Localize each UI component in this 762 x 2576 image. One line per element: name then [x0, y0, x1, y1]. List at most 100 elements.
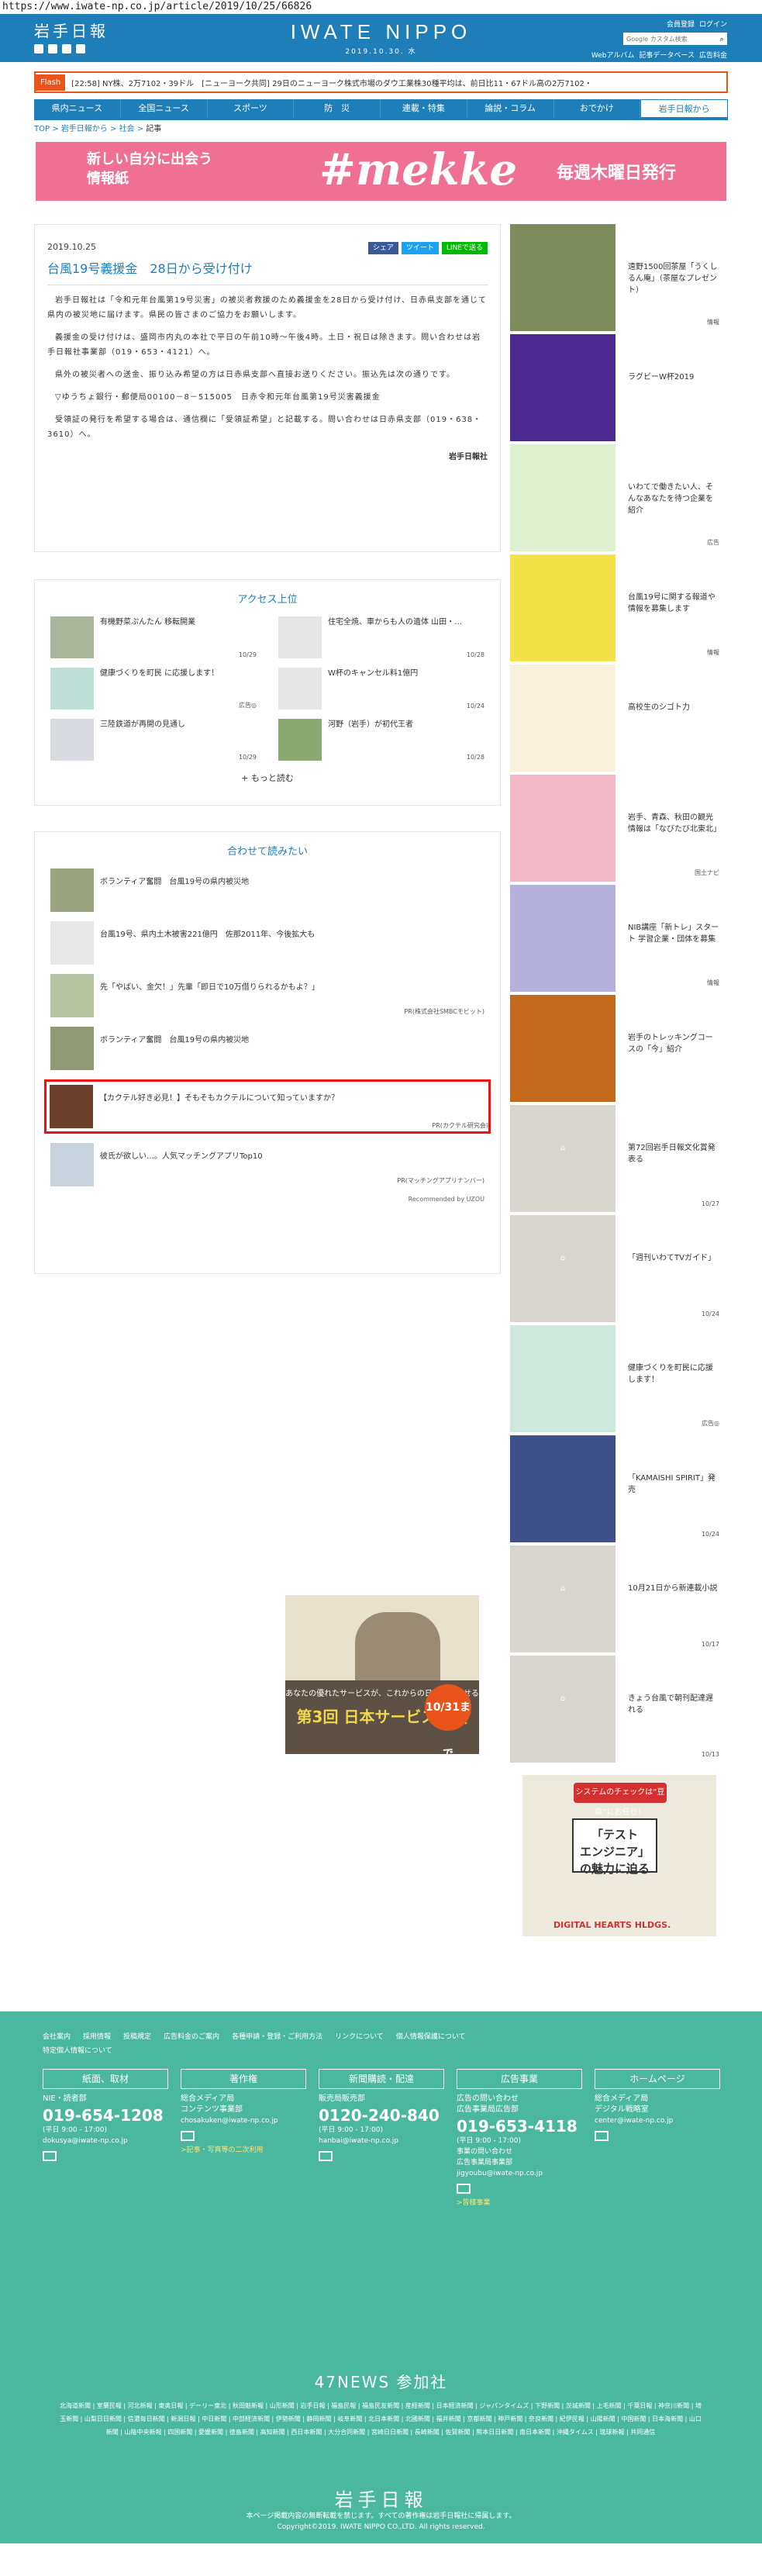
sidebar-item[interactable]: ラグビーW杯2019 — [510, 334, 727, 441]
flash-text[interactable]: [22:58] NY株、2万7102・39ドル [ニューヨーク共同] 29日のニ… — [65, 77, 726, 88]
sidebar-item-title[interactable]: 遠野1500回茶屋「うくしるん庵」（茶屋なプレゼント） — [628, 261, 719, 296]
footer-logo[interactable]: 岩手日報 — [0, 2484, 762, 2512]
sidebar-item[interactable]: 高校生のシゴト力 — [510, 665, 727, 772]
tweet-button[interactable]: ツイート — [401, 242, 439, 254]
sidebar-item[interactable]: ⌂ 10月21日から新連載小説 10/17 — [510, 1545, 727, 1652]
footer-link[interactable]: 各種申請・登録・ご利用方法 — [232, 2033, 322, 2041]
related-item-title[interactable]: 彼氏が欲しい…。人気マッチングアプリTop10 — [94, 1143, 263, 1186]
footer-link[interactable]: 会社案内 — [43, 2033, 71, 2041]
sidebar-item-title[interactable]: 第72回岩手日報文化賞発表る — [628, 1142, 719, 1165]
access-item[interactable]: 有機野菜ぷんたん 移転開業 10/29 — [50, 616, 257, 658]
mekke-banner[interactable]: 新しい自分に出会う 情報紙 #mekke 毎週木曜日発行 — [36, 142, 726, 201]
flash-news[interactable]: Flash [22:58] NY株、2万7102・39ドル [ニューヨーク共同]… — [34, 71, 728, 93]
nav-item[interactable]: 県内ニュース — [34, 99, 121, 118]
mail-icon[interactable] — [319, 2151, 333, 2161]
access-item-title[interactable]: 住宅全焼、車からも人の遺体 山田・… — [322, 616, 462, 658]
access-item-title[interactable]: 有機野菜ぷんたん 移転開業 — [94, 616, 195, 658]
contact-phone[interactable]: 019-653-4118 — [457, 2117, 582, 2136]
crumb-link[interactable]: 岩手日報から — [61, 125, 108, 133]
related-item[interactable]: ボランティア奮闘 台風19号の県内被災地 — [50, 868, 484, 912]
nav-item-active[interactable]: 岩手日報から — [640, 99, 728, 118]
sidebar-item-title[interactable]: いわてで働きたい人、そんなあなたを待つ企業を紹介 — [628, 482, 719, 516]
footer-link[interactable]: リンクについて — [335, 2033, 384, 2041]
contact-phone[interactable]: 0120-240-840 — [319, 2106, 444, 2125]
related-item[interactable]: 先「やばい、金欠！」先輩「即日で10万借りられるかもよ？」 PR(株式会社SMBC… — [50, 974, 484, 1017]
test-engineer-ad[interactable]: システムのチェックは“豆腐”にお任せ！ 「テスト エンジニア」 の魅力に迫る D… — [522, 1775, 716, 1936]
footer-link[interactable]: 個人情報保護について — [396, 2033, 466, 2041]
search-button[interactable]: ⌕ — [716, 33, 727, 45]
nav-item[interactable]: 論説・コラム — [467, 99, 554, 118]
sub-link[interactable]: Webアルバム — [591, 50, 635, 60]
related-item[interactable]: 台風19号、県内土木被害221億円 佐那2011年、今後拡大も — [50, 921, 484, 965]
footer-link[interactable]: 投稿規定 — [123, 2033, 151, 2041]
mail-icon[interactable] — [457, 2184, 471, 2194]
sidebar-item[interactable]: 岩手、青森、秋田の観光情報は「なびたび北東北」 国土ナビ — [510, 775, 727, 882]
search-input[interactable] — [623, 33, 716, 45]
mail-icon[interactable] — [43, 2151, 57, 2161]
sidebar-item-title[interactable]: 「週刊いわてTVガイド」 — [628, 1252, 719, 1264]
sidebar-item-title[interactable]: ラグビーW杯2019 — [628, 371, 719, 383]
related-item-highlighted[interactable]: 【カクテル好き必見！】そもそもカクテルについて知っていますか？ PR(カクテル研究… — [44, 1079, 491, 1134]
sidebar-item[interactable]: 健康づくりを町民に応援します！ 広告◎ — [510, 1325, 727, 1432]
sidebar-item-title[interactable]: 10月21日から新連載小説 — [628, 1583, 719, 1594]
footer-link[interactable]: 特定個人情報について — [43, 2047, 112, 2055]
logo-en[interactable]: IWATE NIPPO — [291, 20, 472, 44]
sidebar-item[interactable]: NIB講座「新トレ」スタート 学習企業・団体を募集 情報 — [510, 885, 727, 992]
nav-item[interactable]: スポーツ — [208, 99, 295, 118]
url-bar[interactable]: https://www.iwate-np.co.jp/article/2019/… — [0, 0, 762, 14]
sidebar-item[interactable]: ⌂ 「週刊いわてTVガイド」 10/24 — [510, 1215, 727, 1322]
access-item[interactable]: 住宅全焼、車からも人の遺体 山田・… 10/28 — [278, 616, 484, 658]
crumb-link[interactable]: TOP — [34, 125, 50, 133]
member-register-link[interactable]: 会員登録 — [667, 19, 695, 29]
sidebar-item-title[interactable]: 健康づくりを町民に応援します！ — [628, 1362, 719, 1386]
sidebar-item-title[interactable]: 「KAMAISHI SPIRIT」発売 — [628, 1473, 719, 1496]
access-item-title[interactable]: 健康づくりを町民 に応援します！ — [94, 668, 219, 710]
sidebar-item-title[interactable]: 台風19号に関する報道や情報を募集します — [628, 592, 719, 615]
sidebar-item-title[interactable]: きょう台風で朝刊配達遅れる — [628, 1693, 719, 1716]
sidebar-item[interactable]: ⌂ 第72回岩手日報文化賞発表る 10/27 — [510, 1105, 727, 1212]
access-item-title[interactable]: 三陸鉄道が再開の見通し — [94, 719, 185, 761]
related-item-title[interactable]: ボランティア奮闘 台風19号の県内被災地 — [94, 868, 249, 912]
sidebar-item[interactable]: 「KAMAISHI SPIRIT」発売 10/24 — [510, 1435, 727, 1542]
related-item-title[interactable]: 【カクテル好き必見！】そもそもカクテルについて知っていますか？ — [93, 1085, 339, 1128]
read-more-button[interactable]: + もっと読む — [50, 772, 484, 784]
sidebar-item[interactable]: 台風19号に関する報道や情報を募集します 情報 — [510, 554, 727, 661]
nav-item[interactable]: 連載・特集 — [381, 99, 467, 118]
related-item-title[interactable]: 台風19号、県内土木被害221億円 佐那2011年、今後拡大も — [94, 921, 315, 965]
login-link[interactable]: ログイン — [699, 19, 727, 29]
nav-item[interactable]: 全国ニュース — [121, 99, 208, 118]
footer-link[interactable]: 広告料金のご案内 — [164, 2033, 219, 2041]
47news-member-list[interactable]: 北海道新聞 | 室蘭民報 | 河北新報 | 東奥日報 | デーリー東北 | 秋田… — [59, 2399, 702, 2439]
sidebar-item[interactable]: ⌂ きょう台風で朝刊配達遅れる 10/13 — [510, 1656, 727, 1763]
crumb-link[interactable]: 社会 — [119, 125, 135, 133]
access-item[interactable]: W杯のキャンセル料1億円 10/24 — [278, 668, 484, 710]
sidebar-item-title[interactable]: 岩手、青森、秋田の観光情報は「なびたび北東北」 — [628, 812, 721, 835]
sidebar-item-title[interactable]: 岩手のトレッキングコースの「今」紹介 — [628, 1032, 719, 1055]
nav-item[interactable]: おでかけ — [554, 99, 641, 118]
sidebar-item-title[interactable]: 高校生のシゴト力 — [628, 702, 719, 713]
access-item[interactable]: 三陸鉄道が再開の見通し 10/29 — [50, 719, 257, 761]
sidebar-item[interactable]: 岩手のトレッキングコースの「今」紹介 — [510, 995, 727, 1102]
related-item[interactable]: 彼氏が欲しい…。人気マッチングアプリTop10 PR(マッチングアプリナンバー) — [50, 1143, 484, 1186]
service-award-ad[interactable]: あなたの優れたサービスが、これからの日本を輝かせる 第3回 日本サービス大賞 1… — [285, 1595, 479, 1754]
contact-link[interactable]: >記事・写真等の二次利用 — [181, 2144, 306, 2154]
line-share-button[interactable]: LINEで送る — [441, 242, 488, 254]
footer-link[interactable]: 採用情報 — [83, 2033, 111, 2041]
related-item[interactable]: ボランティア奮闘 台風19号の県内被災地 — [50, 1027, 484, 1070]
mail-icon[interactable] — [181, 2131, 195, 2141]
sidebar-item-title[interactable]: NIB講座「新トレ」スタート 学習企業・団体を募集 — [628, 922, 719, 945]
sidebar-item[interactable]: いわてで働きたい人、そんなあなたを待つ企業を紹介 広告 — [510, 444, 727, 551]
contact-link[interactable]: >皆様事業 — [457, 2197, 582, 2207]
nav-item[interactable]: 防 災 — [294, 99, 381, 118]
contact-phone[interactable]: 019-654-1208 — [43, 2106, 168, 2125]
access-item[interactable]: 健康づくりを町民 に応援します！ 広告◎ — [50, 668, 257, 710]
access-item-title[interactable]: W杯のキャンセル料1億円 — [322, 668, 418, 710]
related-item-title[interactable]: 先「やばい、金欠！」先輩「即日で10万借りられるかもよ？」 — [94, 974, 319, 1017]
sidebar-item[interactable]: 遠野1500回茶屋「うくしるん庵」（茶屋なプレゼント） 情報 — [510, 224, 727, 331]
sub-link[interactable]: 記事データベース — [639, 50, 695, 60]
sub-link[interactable]: 広告料金 — [699, 50, 727, 60]
access-item-title[interactable]: 河野（岩手）が初代王者 — [322, 719, 413, 761]
related-item-title[interactable]: ボランティア奮闘 台風19号の県内被災地 — [94, 1027, 249, 1070]
mail-icon[interactable] — [595, 2131, 609, 2141]
access-item[interactable]: 河野（岩手）が初代王者 10/28 — [278, 719, 484, 761]
